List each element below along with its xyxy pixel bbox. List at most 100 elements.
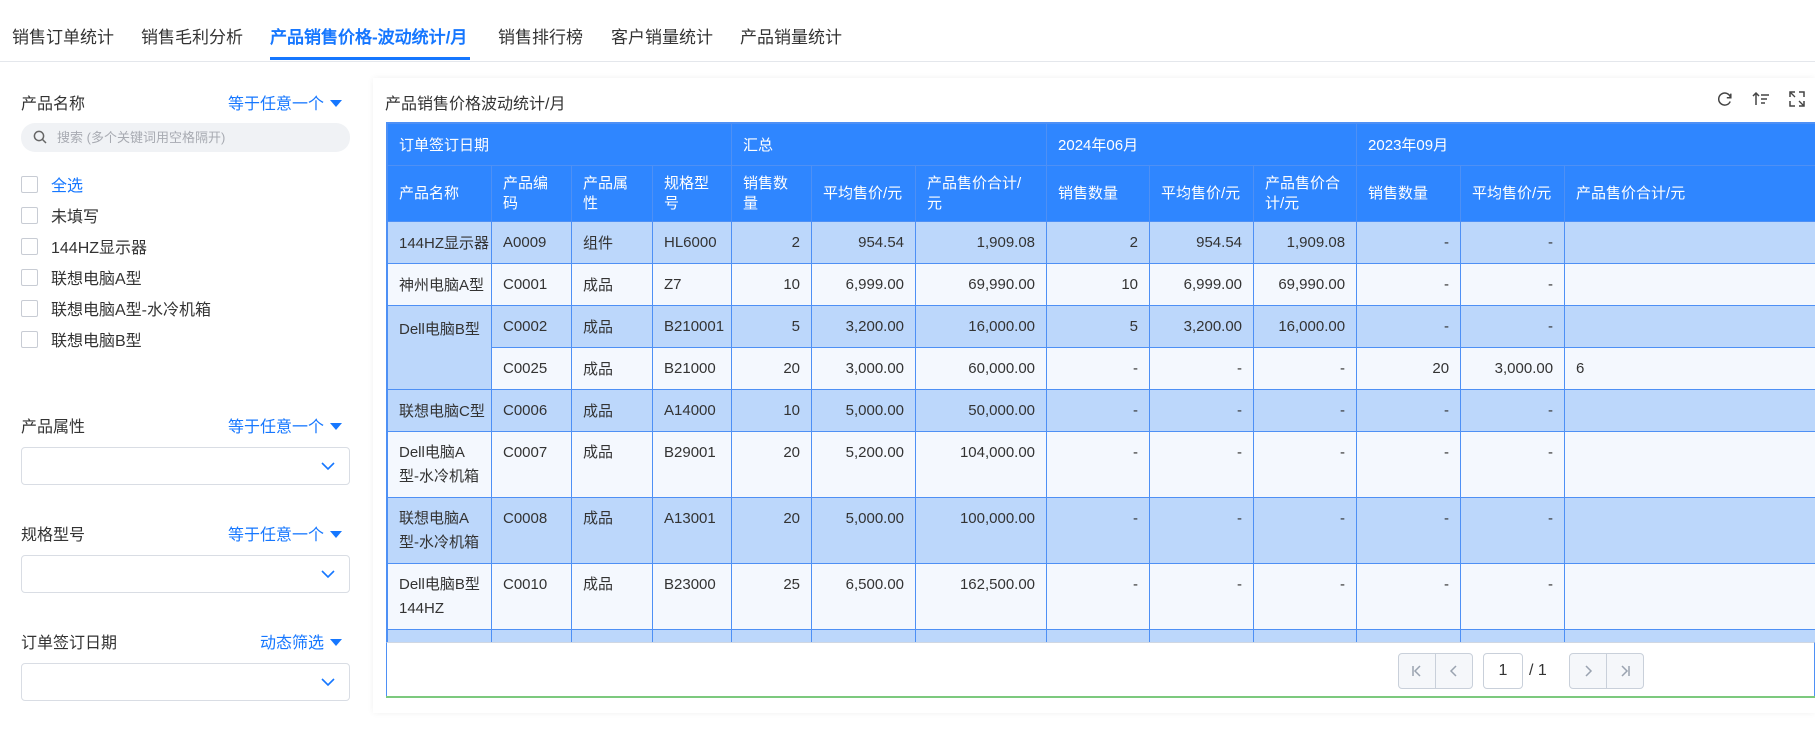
- column-header[interactable]: 平均售价/元: [1149, 165, 1255, 222]
- cell-value: -: [1356, 221, 1462, 264]
- option-label: 144HZ显示器: [51, 240, 148, 257]
- cell-value: 5: [731, 305, 813, 348]
- option-select-all[interactable]: 全选: [21, 173, 83, 195]
- checkbox[interactable]: [21, 299, 38, 317]
- cell-attr: 组件: [571, 221, 653, 264]
- pivot-table-container[interactable]: 订单签订日期 汇总 2024年06月 2023年09月 产品名称 产品编码 产品…: [386, 122, 1815, 642]
- cell-value: 3,200.00: [1149, 305, 1255, 348]
- refresh-icon[interactable]: [1715, 89, 1735, 109]
- cell-product-name: Dell电脑B型: [387, 305, 492, 390]
- cell-value: -: [1253, 431, 1358, 498]
- column-header[interactable]: 销售数量: [1046, 165, 1151, 222]
- checkbox[interactable]: [21, 237, 38, 255]
- option-unfilled[interactable]: 未填写: [21, 204, 99, 226]
- chevron-down-icon: [321, 570, 335, 579]
- cell-value: 10: [731, 389, 813, 432]
- filter-mode-product-attr[interactable]: 等于任意一个: [228, 413, 342, 437]
- cell-value: 1,909.08: [915, 221, 1048, 264]
- column-header[interactable]: 产品售价合计/元: [1564, 165, 1815, 222]
- next-page-button[interactable]: [1569, 653, 1607, 689]
- cell-attr: 成品: [571, 497, 653, 564]
- tab-product-sales[interactable]: 产品销量统计: [740, 23, 842, 48]
- table-row: Dell电脑B型 C0002 成品 B210001 5 3,200.00 16,…: [387, 305, 1815, 390]
- cell-product-name: 144HZ显示器: [387, 221, 492, 264]
- active-tab-indicator: [270, 57, 470, 60]
- cell-spec: A13001: [651, 497, 733, 564]
- column-header[interactable]: 平均售价/元: [811, 165, 917, 222]
- filter-mode-product-name[interactable]: 等于任意一个: [228, 90, 342, 114]
- cell-value: 1,909.08: [1253, 221, 1358, 264]
- checkbox[interactable]: [21, 206, 38, 224]
- option-label: 联想电脑B型: [51, 333, 142, 350]
- spec-model-select[interactable]: [21, 555, 350, 593]
- cell-value: -: [1046, 389, 1151, 432]
- tab-sales-ranking[interactable]: 销售排行榜: [498, 23, 583, 48]
- option-lenovo-a-watercooled[interactable]: 联想电脑A型-水冷机箱: [21, 297, 211, 319]
- checkbox[interactable]: [21, 175, 38, 193]
- fullscreen-icon[interactable]: [1787, 89, 1807, 109]
- tab-customer-sales[interactable]: 客户销量统计: [611, 23, 713, 48]
- cell-value: -: [1046, 497, 1151, 564]
- tab-price-fluctuation[interactable]: 产品销售价格-波动统计/月: [270, 23, 467, 48]
- cell-value: -: [1460, 431, 1566, 498]
- cell-empty: [1253, 629, 1358, 642]
- cell-value: 20: [731, 497, 813, 564]
- cell-value: -: [1046, 563, 1151, 630]
- column-header[interactable]: 销售数量: [731, 165, 813, 222]
- order-date-select[interactable]: [21, 663, 350, 701]
- cell-value: -: [1460, 305, 1566, 348]
- option-144hz-monitor[interactable]: 144HZ显示器: [21, 235, 147, 257]
- column-header[interactable]: 产品编码: [491, 165, 572, 222]
- cell-value: 25: [731, 563, 813, 630]
- cell-code: C0008: [491, 497, 572, 564]
- cell-product-name: Dell电脑B型144HZ: [387, 563, 492, 630]
- filter-mode-order-date[interactable]: 动态筛选: [260, 629, 342, 653]
- sort-icon[interactable]: [1751, 89, 1771, 109]
- cell-value: 16,000.00: [1253, 305, 1358, 348]
- cell-value: 3,200.00: [811, 305, 917, 348]
- cell-value: 69,990.00: [915, 263, 1048, 306]
- checkbox[interactable]: [21, 268, 38, 286]
- option-label: 联想电脑A型: [51, 271, 142, 288]
- cell-value: 5,000.00: [811, 389, 917, 432]
- option-label: 未填写: [51, 209, 100, 226]
- group-header-2023-09: 2023年09月: [1356, 123, 1815, 166]
- product-search-input[interactable]: [57, 123, 337, 152]
- prev-page-button[interactable]: [1435, 653, 1473, 689]
- cell-code: C0001: [491, 263, 572, 306]
- first-page-button[interactable]: [1398, 653, 1436, 689]
- column-header[interactable]: 规格型号: [651, 165, 733, 222]
- cell-empty: [1356, 629, 1462, 642]
- cell-value: 6,999.00: [811, 263, 917, 306]
- column-header[interactable]: 产品售价合计/元: [915, 165, 1048, 222]
- cell-value: -: [1356, 497, 1462, 564]
- cell-attr: 成品: [571, 347, 653, 390]
- column-header[interactable]: 平均售价/元: [1460, 165, 1566, 222]
- filter-mode-text: 等于任意一个: [227, 419, 324, 436]
- table-row: 联想电脑C型 C0006 成品 A14000 10 5,000.00 50,00…: [387, 389, 1815, 432]
- product-attr-select[interactable]: [21, 447, 350, 485]
- cell-attr: 成品: [571, 431, 653, 498]
- status-bar-line: [386, 696, 1815, 698]
- table-row: 144HZ显示器 A0009 组件 HL6000 2 954.54 1,909.…: [387, 221, 1815, 264]
- filter-mode-spec-model[interactable]: 等于任意一个: [228, 521, 342, 545]
- column-header[interactable]: 销售数量: [1356, 165, 1462, 222]
- cell-value: 6: [1564, 347, 1815, 390]
- pagination-bar: / 1: [386, 642, 1815, 698]
- option-lenovo-a[interactable]: 联想电脑A型: [21, 266, 142, 288]
- last-page-button[interactable]: [1606, 653, 1644, 689]
- page-number-input[interactable]: [1483, 653, 1523, 689]
- tab-sales-orders[interactable]: 销售订单统计: [12, 23, 114, 48]
- cell-value: -: [1046, 347, 1151, 390]
- option-lenovo-b[interactable]: 联想电脑B型: [21, 328, 142, 350]
- column-header[interactable]: 产品属性: [571, 165, 653, 222]
- tab-gross-margin[interactable]: 销售毛利分析: [141, 23, 243, 48]
- caret-down-icon: [330, 639, 342, 646]
- cell-code: C0002: [491, 305, 572, 348]
- column-header[interactable]: 产品名称: [387, 165, 492, 222]
- checkbox[interactable]: [21, 330, 38, 348]
- product-search-box[interactable]: [21, 123, 350, 152]
- cell-value: -: [1460, 563, 1566, 630]
- cell-value: -: [1460, 497, 1566, 564]
- column-header[interactable]: 产品售价合计/元: [1253, 165, 1358, 222]
